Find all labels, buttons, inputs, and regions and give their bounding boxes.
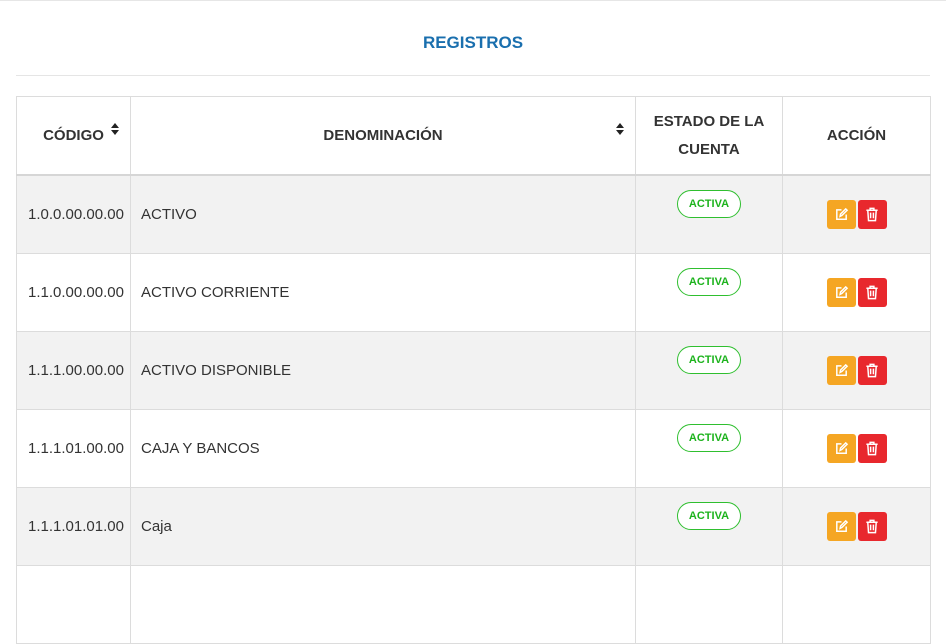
edit-icon bbox=[827, 519, 856, 534]
delete-button[interactable] bbox=[857, 434, 887, 463]
cell-denominacion: Caja bbox=[130, 487, 636, 566]
cell-accion bbox=[782, 331, 931, 410]
cell-estado: ACTIVA bbox=[635, 174, 783, 254]
cell-codigo: 1.1.1.00.00.00 bbox=[16, 331, 131, 410]
status-badge: ACTIVA bbox=[676, 190, 742, 218]
trash-icon bbox=[858, 363, 887, 378]
edit-button[interactable] bbox=[826, 278, 856, 307]
cell-denominacion: ACTIVO bbox=[130, 174, 636, 254]
table-row bbox=[16, 565, 931, 644]
column-header-label: ACCIÓN bbox=[826, 126, 887, 144]
sort-icon[interactable] bbox=[616, 123, 625, 137]
cell-codigo: 1.1.1.01.00.00 bbox=[16, 409, 131, 488]
status-badge: ACTIVA bbox=[676, 502, 742, 530]
trash-icon bbox=[858, 441, 887, 456]
cell-codigo: 1.0.0.00.00.00 bbox=[16, 174, 131, 254]
column-header-estado: ESTADO DE LA CUENTA bbox=[635, 96, 783, 176]
column-header-label: ESTADO DE LA CUENTA bbox=[653, 112, 765, 158]
delete-button[interactable] bbox=[857, 356, 887, 385]
cell-accion bbox=[782, 253, 931, 332]
cell-codigo bbox=[16, 565, 131, 644]
cell-estado: ACTIVA bbox=[635, 409, 783, 488]
cell-denominacion: ACTIVO CORRIENTE bbox=[130, 253, 636, 332]
cell-estado: ACTIVA bbox=[635, 487, 783, 566]
cell-accion bbox=[782, 174, 931, 254]
column-header-denominacion[interactable]: DENOMINACIÓN bbox=[130, 96, 636, 176]
edit-button[interactable] bbox=[826, 200, 856, 229]
status-badge: ACTIVA bbox=[676, 346, 742, 374]
table-row: 1.0.0.00.00.00 ACTIVO ACTIVA bbox=[16, 174, 931, 254]
delete-button[interactable] bbox=[857, 512, 887, 541]
cell-accion bbox=[782, 565, 931, 644]
title-divider bbox=[16, 75, 930, 76]
edit-icon bbox=[827, 207, 856, 222]
cell-estado: ACTIVA bbox=[635, 331, 783, 410]
column-header-label: DENOMINACIÓN bbox=[323, 126, 443, 144]
table-row: 1.1.1.01.00.00 CAJA Y BANCOS ACTIVA bbox=[16, 409, 931, 488]
table-row: 1.1.1.00.00.00 ACTIVO DISPONIBLE ACTIVA bbox=[16, 331, 931, 410]
edit-icon bbox=[827, 363, 856, 378]
edit-button[interactable] bbox=[826, 356, 856, 385]
cell-denominacion bbox=[130, 565, 636, 644]
edit-button[interactable] bbox=[826, 434, 856, 463]
cell-accion bbox=[782, 487, 931, 566]
sort-icon[interactable] bbox=[111, 123, 120, 137]
trash-icon bbox=[858, 519, 887, 534]
cell-codigo: 1.1.0.00.00.00 bbox=[16, 253, 131, 332]
cell-accion bbox=[782, 409, 931, 488]
column-header-label: CÓDIGO bbox=[43, 126, 104, 144]
panel-title: REGISTROS bbox=[422, 33, 524, 52]
edit-button[interactable] bbox=[826, 512, 856, 541]
cell-denominacion: CAJA Y BANCOS bbox=[130, 409, 636, 488]
cell-codigo: 1.1.1.01.01.00 bbox=[16, 487, 131, 566]
delete-button[interactable] bbox=[857, 278, 887, 307]
cell-estado: ACTIVA bbox=[635, 253, 783, 332]
edit-icon bbox=[827, 441, 856, 456]
table-row: 1.1.0.00.00.00 ACTIVO CORRIENTE ACTIVA bbox=[16, 253, 931, 332]
delete-button[interactable] bbox=[857, 200, 887, 229]
accounts-table: CÓDIGO DENOMINACIÓN ESTADO DE LA CUENTA … bbox=[16, 96, 931, 644]
top-border bbox=[0, 0, 946, 1]
trash-icon bbox=[858, 285, 887, 300]
cell-estado bbox=[635, 565, 783, 644]
column-header-accion: ACCIÓN bbox=[782, 96, 931, 176]
column-header-codigo[interactable]: CÓDIGO bbox=[16, 96, 131, 176]
edit-icon bbox=[827, 285, 856, 300]
cell-denominacion: ACTIVO DISPONIBLE bbox=[130, 331, 636, 410]
table-header-row: CÓDIGO DENOMINACIÓN ESTADO DE LA CUENTA … bbox=[16, 96, 931, 176]
status-badge: ACTIVA bbox=[676, 268, 742, 296]
status-badge: ACTIVA bbox=[676, 424, 742, 452]
trash-icon bbox=[858, 207, 887, 222]
table-row: 1.1.1.01.01.00 Caja ACTIVA bbox=[16, 487, 931, 566]
